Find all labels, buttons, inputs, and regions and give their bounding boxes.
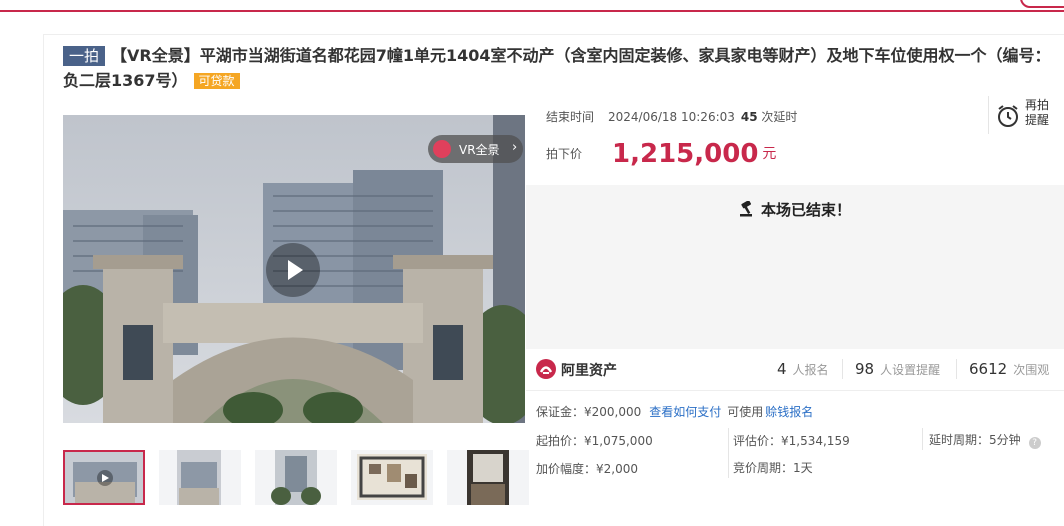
remind-button[interactable]: 再拍 提醒 bbox=[988, 96, 1053, 134]
auction-ended-message: 本场已结束！ bbox=[526, 199, 1064, 220]
watch-stat: 6612 次围观 bbox=[969, 360, 1049, 378]
ended-text: 本场已结束！ bbox=[760, 201, 851, 219]
thumbnail-2[interactable] bbox=[159, 450, 241, 505]
delay-info: 45 次延时 bbox=[741, 110, 798, 124]
gavel-icon bbox=[739, 200, 752, 217]
loan-tag: 可贷款 bbox=[193, 73, 240, 89]
watch-label: 次围观 bbox=[1013, 363, 1050, 377]
deposit-row: 保证金：¥200,000 查看如何支付 可使用 赊钱报名 bbox=[536, 403, 813, 420]
start-price: 起拍价：¥1,075,000 bbox=[536, 434, 653, 448]
end-time-row: 结束时间 2024/06/18 10:26:03 45 次延时 bbox=[546, 108, 797, 125]
alarm-clock-icon bbox=[998, 105, 1018, 127]
final-price-value: 1,215,000 bbox=[612, 139, 759, 169]
end-time-label: 结束时间 bbox=[546, 110, 595, 124]
auction-ended-area: 本场已结束！ bbox=[526, 185, 1064, 349]
remind-stat: 98 人设置提醒 bbox=[855, 360, 940, 378]
delay-count: 45 bbox=[740, 110, 758, 124]
thumbnail-2-image bbox=[159, 450, 241, 505]
deposit-amount: 保证金：¥200,000 bbox=[536, 405, 642, 419]
stats-bar: 阿里资产 4 人报名 98 人设置提醒 6612 次围观 bbox=[526, 350, 1064, 391]
thumbnail-4-image bbox=[351, 450, 433, 505]
end-time-value: 2024/06/18 10:26:03 bbox=[608, 110, 735, 124]
vr-icon bbox=[433, 140, 451, 158]
ali-assets-logo-icon bbox=[536, 359, 556, 379]
thumbnail-3[interactable] bbox=[255, 450, 337, 505]
top-nav-bar bbox=[0, 0, 1064, 12]
bid-increment: 加价幅度：¥2,000 bbox=[536, 462, 638, 476]
delay-label: 次延时 bbox=[761, 110, 798, 124]
details-divider bbox=[922, 428, 923, 450]
ali-assets-logo-mark bbox=[539, 366, 553, 374]
top-nav-tab[interactable] bbox=[1020, 0, 1064, 8]
remind-stat-label: 人设置提醒 bbox=[880, 363, 941, 377]
thumbnail-3-image bbox=[255, 450, 337, 505]
final-price-row: 拍下价 1,215,000 元 bbox=[546, 139, 776, 169]
appraisal-price: 评估价：¥1,534,159 bbox=[733, 434, 850, 448]
thumbnail-1-image bbox=[65, 452, 143, 503]
how-to-pay-link[interactable]: 查看如何支付 bbox=[649, 405, 721, 419]
signup-count: 4 bbox=[777, 360, 787, 378]
thumbnail-5[interactable] bbox=[447, 450, 529, 505]
vr-badge-label: VR全景 bbox=[459, 143, 500, 157]
thumbnail-5-image bbox=[447, 450, 529, 505]
auction-title: 一拍 【VR全景】平湖市当湖街道名都花园7幢1单元1404室不动产（含室内固定装修… bbox=[63, 43, 1053, 93]
signup-label: 人报名 bbox=[792, 363, 829, 377]
video-play-button[interactable] bbox=[266, 243, 320, 297]
platform-name: 阿里资产 bbox=[561, 363, 617, 379]
final-price-label: 拍下价 bbox=[546, 147, 583, 161]
play-icon bbox=[288, 260, 303, 280]
thumbnail-1[interactable] bbox=[63, 450, 145, 505]
stats-divider bbox=[956, 359, 957, 379]
details-divider bbox=[728, 428, 729, 478]
delay-period-text: 延时周期：5分钟 bbox=[929, 433, 1021, 447]
credit-signup-link[interactable]: 赊钱报名 bbox=[765, 405, 813, 419]
thumbnail-4[interactable] bbox=[351, 450, 433, 505]
remind-label: 再拍 提醒 bbox=[1025, 98, 1049, 128]
chevron-right-icon: › bbox=[512, 140, 518, 155]
remind-label-line2: 提醒 bbox=[1025, 113, 1050, 127]
stats-divider bbox=[842, 359, 843, 379]
currency-unit: 元 bbox=[762, 146, 777, 162]
watch-count: 6612 bbox=[969, 360, 1008, 378]
delay-period: 延时周期：5分钟? bbox=[929, 431, 1041, 449]
bid-period: 竞价周期：1天 bbox=[733, 461, 813, 475]
available-label: 可使用 bbox=[727, 405, 764, 419]
round-tag: 一拍 bbox=[63, 46, 106, 66]
hero-image[interactable]: VR全景 › bbox=[63, 115, 525, 423]
signup-stat: 4 人报名 bbox=[777, 360, 829, 378]
remind-label-line1: 再拍 bbox=[1025, 98, 1050, 112]
remind-count: 98 bbox=[855, 360, 875, 378]
help-icon[interactable]: ? bbox=[1028, 437, 1041, 449]
vr-badge[interactable]: VR全景 › bbox=[428, 135, 523, 163]
